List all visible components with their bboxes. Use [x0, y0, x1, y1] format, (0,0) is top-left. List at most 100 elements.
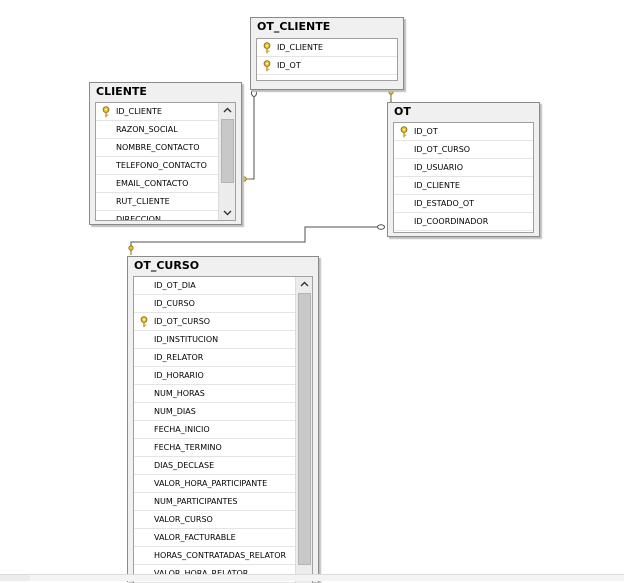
column-row[interactable]: FECHA_TERMINO	[134, 439, 295, 457]
chevron-up-icon[interactable]	[296, 277, 312, 291]
column-row[interactable]: ID_CLIENTE	[96, 103, 218, 121]
table-ot-cliente[interactable]: OT_CLIENTE ID_CLIENTE ID_OT	[250, 17, 404, 90]
column-name: ID_ESTADO_OT	[414, 199, 475, 208]
column-row[interactable]: ID_OT_DIA	[134, 277, 295, 295]
column-row[interactable]: EMAIL_CONTACTO	[96, 175, 218, 193]
column-rows: ID_OT_DIA ID_CURSO ID_OT_CURSO ID_INSTITUCI…	[134, 277, 295, 583]
column-row[interactable]: VALOR_HORA_PARTICIPANTE	[134, 475, 295, 493]
scrollbar-thumb[interactable]	[298, 293, 311, 565]
column-row[interactable]: NUM_DIAS	[134, 403, 295, 421]
column-name: ID_CLIENTE	[414, 181, 460, 190]
column-row[interactable]: DIRECCION	[96, 211, 218, 221]
column-name: NOMBRE_CONTACTO	[116, 143, 200, 152]
key-endpoint-icon	[241, 176, 251, 182]
key-icon	[397, 123, 411, 140]
column-row[interactable]: RUT_CLIENTE	[96, 193, 218, 211]
chevron-down-icon[interactable]	[219, 206, 235, 220]
column-row[interactable]: VALOR_CURSO	[134, 511, 295, 529]
table-title: CLIENTE	[96, 85, 147, 98]
column-row[interactable]: ID_INSTITUCION	[134, 331, 295, 349]
column-name: RUT_CLIENTE	[116, 197, 170, 206]
column-row[interactable]: ID_CURSO	[134, 295, 295, 313]
column-name: ID_HORARIO	[154, 371, 204, 380]
column-row[interactable]: ID_USUARIO	[394, 159, 533, 177]
table-title: OT_CLIENTE	[257, 20, 331, 33]
table-cliente[interactable]: CLIENTE ID_CLIENTE RAZON_SOCIAL NOMBRE_CON…	[89, 82, 242, 225]
column-name: ID_CLIENTE	[277, 43, 323, 52]
column-row[interactable]: NUM_HORAS	[134, 385, 295, 403]
column-list: ID_CLIENTE ID_OT	[256, 38, 398, 81]
column-row[interactable]: HORAS_CONTRATADAS_RELATOR	[134, 547, 295, 565]
column-name: VALOR_CURSO	[154, 515, 213, 524]
scrollbar-thumb[interactable]	[30, 575, 624, 581]
column-row[interactable]: DIAS_DECLASE	[134, 457, 295, 475]
column-row[interactable]: RAZON_SOCIAL	[96, 121, 218, 139]
column-name: NUM_PARTICIPANTES	[154, 497, 238, 506]
column-name: HORAS_CONTRATADAS_RELATOR	[154, 551, 287, 560]
key-icon	[137, 313, 151, 330]
scrollbar-thumb[interactable]	[221, 119, 234, 183]
table-title: OT	[394, 105, 411, 118]
vertical-scrollbar[interactable]	[218, 103, 235, 220]
column-name: ID_CURSO	[154, 299, 195, 308]
column-name: FECHA_INICIO	[154, 425, 210, 434]
rel-cliente-ot-cliente[interactable]	[241, 89, 257, 182]
column-row[interactable]: ID_CLIENTE	[257, 39, 397, 57]
column-name: ID_CLIENTE	[116, 107, 162, 116]
column-row[interactable]: ID_COORDINADOR	[394, 213, 533, 231]
column-list: ID_OT_DIA ID_CURSO ID_OT_CURSO ID_INSTITUCI…	[133, 276, 313, 583]
column-name: ID_COORDINADOR	[414, 217, 489, 226]
column-row[interactable]: TELEFONO_CONTACTO	[96, 157, 218, 175]
column-row[interactable]: NOMBRE_CONTACTO	[96, 139, 218, 157]
column-row[interactable]: ID_OT_CURSO	[134, 313, 295, 331]
rel-ot-ot-cliente[interactable]	[388, 89, 394, 102]
column-rows: ID_OT ID_OT_CURSO ID_USUARIO ID_CLIENTE ID_E…	[394, 123, 533, 232]
column-name: DIAS_DECLASE	[154, 461, 215, 470]
column-row[interactable]: VALOR_FACTURABLE	[134, 529, 295, 547]
key-icon	[260, 57, 274, 74]
column-name: NUM_HORAS	[154, 389, 205, 398]
column-name: TELEFONO_CONTACTO	[116, 161, 207, 170]
diagram-canvas: OT_CLIENTE ID_CLIENTE ID_OT CLIENTE ID_CL…	[0, 0, 624, 583]
column-row[interactable]: ID_ESTADO_OT	[394, 195, 533, 213]
column-row[interactable]: ID_OT	[394, 123, 533, 141]
key-endpoint-icon	[388, 89, 394, 99]
column-name: FECHA_TERMINO	[154, 443, 222, 452]
column-name: ID_OT_DIA	[154, 281, 196, 290]
column-name: ID_USUARIO	[414, 163, 463, 172]
column-name: EMAIL_CONTACTO	[116, 179, 189, 188]
column-row[interactable]: FECHA_INICIO	[134, 421, 295, 439]
column-name: ID_INSTITUCION	[154, 335, 219, 344]
column-row[interactable]: NUM_PARTICIPANTES	[134, 493, 295, 511]
column-rows: ID_CLIENTE ID_OT	[257, 39, 397, 80]
column-name: RAZON_SOCIAL	[116, 125, 178, 134]
one-endpoint-icon	[251, 89, 257, 97]
column-row[interactable]: ID_OT	[257, 57, 397, 75]
column-list: ID_OT ID_OT_CURSO ID_USUARIO ID_CLIENTE ID_E…	[393, 122, 534, 233]
column-name: VALOR_FACTURABLE	[154, 533, 236, 542]
column-row[interactable]: ID_HORARIO	[134, 367, 295, 385]
column-row[interactable]: ID_CLIENTE	[394, 177, 533, 195]
column-name: DIRECCION	[116, 215, 161, 221]
vertical-scrollbar[interactable]	[295, 277, 312, 583]
column-name: VALOR_HORA_PARTICIPANTE	[154, 479, 268, 488]
column-rows: ID_CLIENTE RAZON_SOCIAL NOMBRE_CONTACTO TEL…	[96, 103, 218, 220]
one-endpoint-icon	[377, 224, 385, 230]
canvas-horizontal-scrollbar[interactable]	[0, 574, 624, 581]
column-name: NUM_DIAS	[154, 407, 196, 416]
column-name: ID_OT	[277, 61, 301, 70]
key-icon	[99, 103, 113, 120]
chevron-up-icon[interactable]	[219, 103, 235, 117]
key-endpoint-icon	[128, 245, 134, 255]
column-list: ID_CLIENTE RAZON_SOCIAL NOMBRE_CONTACTO TEL…	[95, 102, 236, 221]
column-row[interactable]: ID_OT_CURSO	[394, 141, 533, 159]
table-ot[interactable]: OT ID_OT ID_OT_CURSO ID_USUARIO ID_CLIENTE I…	[387, 102, 540, 237]
key-icon	[260, 39, 274, 56]
column-name: ID_OT_CURSO	[414, 145, 471, 154]
column-row[interactable]: ID_RELATOR	[134, 349, 295, 367]
table-title: OT_CURSO	[134, 259, 200, 272]
rel-ot-curso-ot[interactable]	[128, 224, 385, 255]
column-name: ID_RELATOR	[154, 353, 204, 362]
column-name: ID_OT	[414, 127, 438, 136]
table-ot-curso[interactable]: OT_CURSO ID_OT_DIA ID_CURSO ID_OT_CURSO ID_…	[127, 256, 319, 583]
